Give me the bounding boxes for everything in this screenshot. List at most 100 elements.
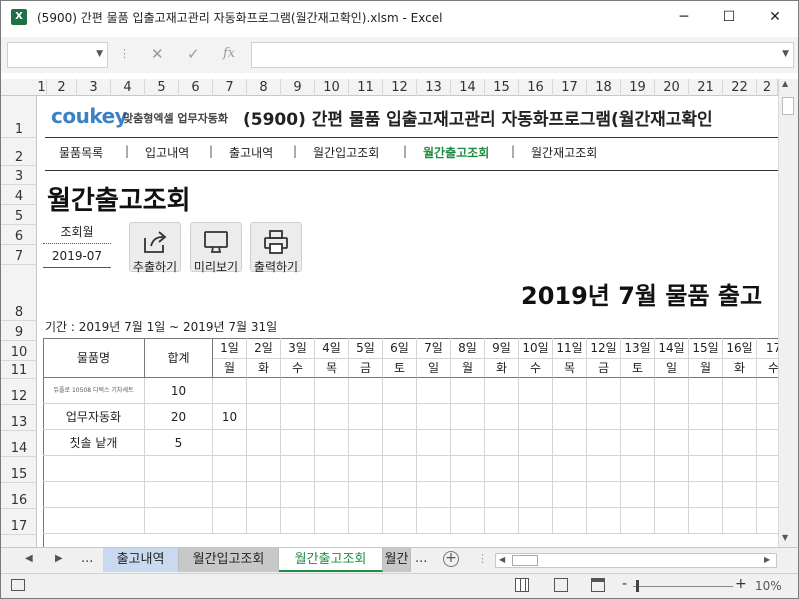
cancel-icon[interactable]: ✕ <box>151 45 164 63</box>
zoom-level[interactable]: 10% <box>755 579 782 593</box>
column-header[interactable]: 6 <box>179 79 213 96</box>
table-cell[interactable] <box>621 508 655 534</box>
row-header[interactable]: 9 <box>1 321 37 341</box>
table-cell[interactable] <box>553 378 587 404</box>
table-cell[interactable] <box>417 482 451 508</box>
table-cell[interactable] <box>519 456 553 482</box>
table-row-total[interactable]: 10 <box>145 378 213 404</box>
table-cell[interactable] <box>451 508 485 534</box>
table-cell[interactable] <box>213 430 247 456</box>
table-cell[interactable] <box>383 378 417 404</box>
nav-item[interactable]: 출고내역 <box>229 144 273 161</box>
table-cell[interactable] <box>485 430 519 456</box>
table-cell[interactable] <box>723 456 757 482</box>
row-header[interactable]: 5 <box>1 205 37 225</box>
nav-item[interactable]: 입고내역 <box>145 144 189 161</box>
tab-prev-icon[interactable]: ◀ <box>25 553 33 564</box>
table-cell[interactable]: 10 <box>213 404 247 430</box>
table-cell[interactable] <box>655 482 689 508</box>
sheet-tab[interactable]: 출고내역 <box>103 548 179 572</box>
column-header[interactable]: 5 <box>145 79 179 96</box>
table-cell[interactable] <box>383 456 417 482</box>
column-header[interactable]: 3 <box>77 79 111 96</box>
table-cell[interactable] <box>315 508 349 534</box>
table-cell[interactable] <box>281 378 315 404</box>
table-cell[interactable] <box>553 508 587 534</box>
table-cell[interactable] <box>315 482 349 508</box>
column-header[interactable]: 18 <box>587 79 621 96</box>
table-cell[interactable] <box>621 482 655 508</box>
table-cell[interactable] <box>587 482 621 508</box>
table-cell[interactable] <box>451 482 485 508</box>
worksheet-grid[interactable]: 1 2 3 4 5 6 7 8 9 10 11 12 13 14 15 16 17 18 19 20 21 22 2 123… <box>1 79 798 547</box>
column-header[interactable]: 20 <box>655 79 689 96</box>
row-header[interactable]: 12 <box>1 379 37 405</box>
table-cell[interactable] <box>349 456 383 482</box>
table-cell[interactable] <box>247 482 281 508</box>
table-cell[interactable] <box>349 404 383 430</box>
macro-record-icon[interactable] <box>11 579 25 591</box>
table-row-item[interactable] <box>43 456 145 482</box>
table-cell[interactable] <box>485 508 519 534</box>
nav-item[interactable]: 물품목록 <box>59 144 103 161</box>
table-cell[interactable] <box>315 430 349 456</box>
row-header[interactable]: 4 <box>1 185 37 205</box>
table-cell[interactable] <box>247 456 281 482</box>
table-cell[interactable] <box>349 482 383 508</box>
chevron-down-icon[interactable]: ▼ <box>96 49 103 59</box>
page-break-icon[interactable] <box>591 578 605 592</box>
zoom-slider[interactable] <box>633 586 733 587</box>
table-cell[interactable] <box>383 430 417 456</box>
scroll-right-icon[interactable]: ▶ <box>764 555 770 564</box>
table-cell[interactable] <box>383 404 417 430</box>
zoom-in-icon[interactable]: + <box>735 576 747 592</box>
name-box[interactable]: ▼ <box>7 42 108 68</box>
nav-item[interactable]: 월간입고조회 <box>313 144 379 161</box>
table-cell[interactable] <box>621 456 655 482</box>
nav-item[interactable]: 월간재고조회 <box>531 144 597 161</box>
row-header[interactable]: 10 <box>1 341 37 361</box>
table-cell[interactable] <box>621 430 655 456</box>
row-header[interactable]: 14 <box>1 431 37 457</box>
nav-item[interactable]: 월간출고조회 <box>423 144 489 161</box>
formula-input[interactable]: ▼ <box>251 42 794 68</box>
preview-button[interactable]: 미리보기 <box>190 222 242 274</box>
table-cell[interactable] <box>213 456 247 482</box>
table-cell[interactable] <box>757 430 778 456</box>
table-cell[interactable] <box>281 404 315 430</box>
table-cell[interactable] <box>485 456 519 482</box>
table-row-total[interactable] <box>145 508 213 534</box>
row-header[interactable]: 8 <box>1 265 37 321</box>
table-cell[interactable] <box>553 456 587 482</box>
table-row-total[interactable] <box>145 456 213 482</box>
sheet-tab[interactable]: 월간입고조회 <box>179 548 279 572</box>
column-header[interactable]: 15 <box>485 79 519 96</box>
row-header[interactable]: 3 <box>1 166 37 185</box>
table-cell[interactable] <box>315 378 349 404</box>
table-cell[interactable] <box>281 508 315 534</box>
column-header[interactable]: 19 <box>621 79 655 96</box>
table-cell[interactable] <box>757 378 778 404</box>
table-cell[interactable] <box>417 430 451 456</box>
table-cell[interactable] <box>587 378 621 404</box>
table-row-item[interactable]: 듀플로 10508 디럭스 기차세트 <box>43 378 145 404</box>
column-header[interactable]: 7 <box>213 79 247 96</box>
zoom-slider-thumb[interactable] <box>636 580 639 592</box>
tab-split-grip-icon[interactable]: ⋮ <box>477 552 488 565</box>
scroll-left-icon[interactable]: ◀ <box>499 555 505 564</box>
table-cell[interactable] <box>553 404 587 430</box>
table-cell[interactable] <box>417 404 451 430</box>
table-cell[interactable] <box>451 430 485 456</box>
row-header[interactable]: 1 <box>1 96 37 138</box>
table-cell[interactable] <box>587 430 621 456</box>
table-cell[interactable] <box>689 456 723 482</box>
table-cell[interactable] <box>451 456 485 482</box>
row-header[interactable]: 11 <box>1 361 37 379</box>
row-header[interactable]: 13 <box>1 405 37 431</box>
query-month-value[interactable]: 2019-07 <box>43 244 111 268</box>
scroll-up-icon[interactable]: ▲ <box>782 79 788 88</box>
zoom-out-icon[interactable]: - <box>622 576 627 592</box>
table-cell[interactable] <box>723 378 757 404</box>
table-cell[interactable] <box>247 430 281 456</box>
table-cell[interactable] <box>349 378 383 404</box>
